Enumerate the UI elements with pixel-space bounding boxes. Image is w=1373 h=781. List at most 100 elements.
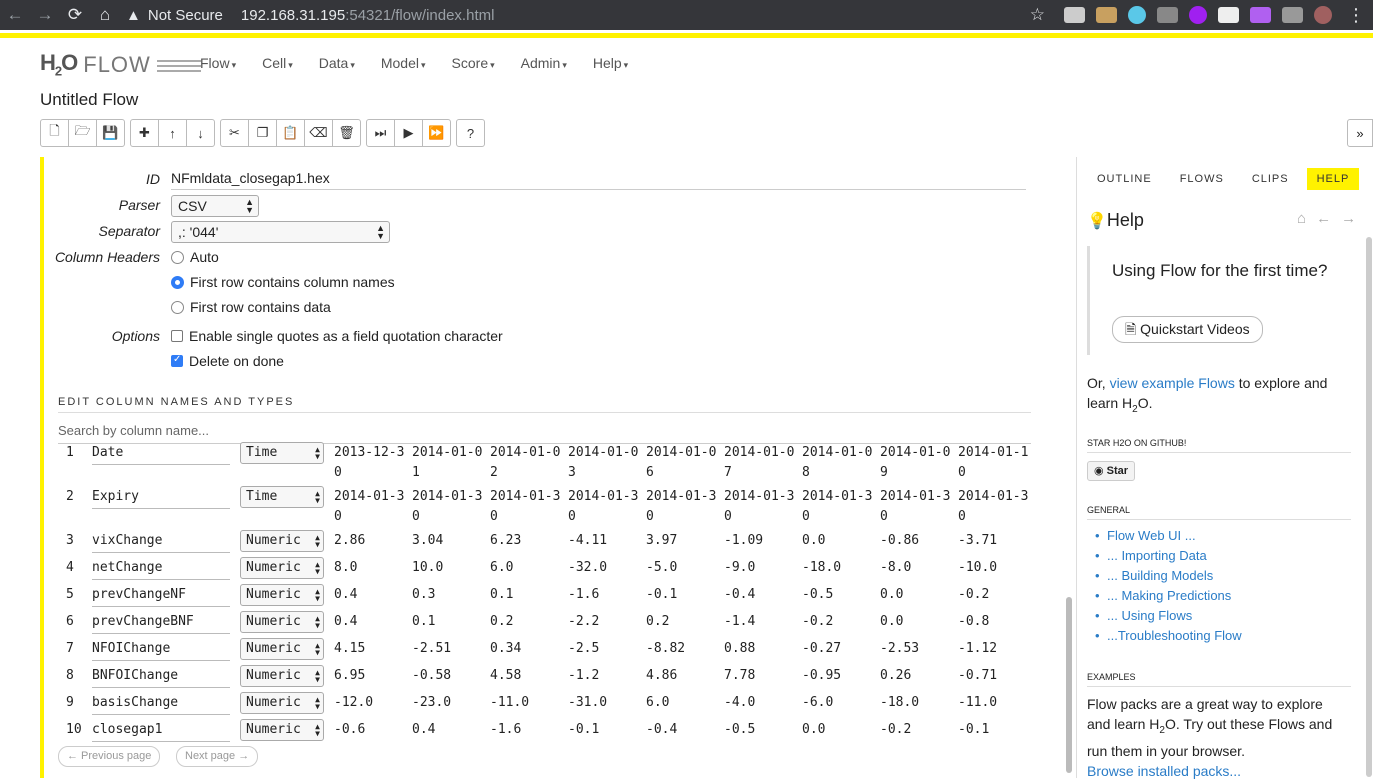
previous-page-button[interactable]: ← Previous page bbox=[58, 746, 161, 767]
column-type-select[interactable]: Numeric ▲ ▼ bbox=[240, 557, 324, 579]
column-sample-value: 4.86 bbox=[646, 668, 678, 683]
fast-forward-icon[interactable]: ⏩ bbox=[422, 119, 451, 147]
react-icon[interactable] bbox=[1128, 6, 1146, 24]
extension-icon[interactable] bbox=[1064, 7, 1085, 23]
column-type-select[interactable]: Numeric ▲ ▼ bbox=[240, 692, 324, 714]
column-type-select[interactable]: Numeric ▲ ▼ bbox=[240, 638, 324, 660]
menu-help[interactable]: Help ▾ bbox=[593, 55, 628, 71]
menu-score[interactable]: Score ▾ bbox=[452, 55, 495, 71]
profile-avatar[interactable] bbox=[1314, 6, 1332, 24]
cut-icon[interactable]: ✂ bbox=[220, 119, 249, 147]
column-name-input[interactable]: prevChangeBNF bbox=[92, 614, 230, 634]
tab-help[interactable]: HELP bbox=[1306, 168, 1360, 190]
tab-outline[interactable]: OUTLINE bbox=[1087, 168, 1162, 190]
back-icon[interactable]: ← bbox=[0, 5, 30, 25]
extension-icon[interactable] bbox=[1218, 7, 1239, 23]
column-name-input[interactable]: Date bbox=[92, 445, 230, 465]
column-type-select[interactable]: Time ▲ ▼ bbox=[240, 486, 324, 508]
menu-flow[interactable]: Flow ▾ bbox=[200, 55, 236, 71]
link-using-flows[interactable]: ... Using Flows bbox=[1095, 606, 1242, 626]
parser-select[interactable]: CSV ▲ ▼ bbox=[171, 195, 259, 217]
column-type-select[interactable]: Numeric ▲ ▼ bbox=[240, 611, 324, 633]
column-sample-value: 2.86 bbox=[334, 533, 366, 548]
menu-cell[interactable]: Cell ▾ bbox=[262, 55, 293, 71]
browser-menu-icon[interactable]: ⋮ bbox=[1347, 5, 1365, 26]
forward-icon[interactable]: → bbox=[30, 5, 60, 25]
home-icon[interactable]: ⌂ bbox=[90, 5, 120, 25]
option-single-quotes[interactable]: Enable single quotes as a field quotatio… bbox=[171, 328, 503, 344]
help-circle-icon[interactable]: ? bbox=[456, 119, 485, 147]
option-delete-on-done[interactable]: Delete on done bbox=[171, 353, 284, 369]
flow-title[interactable]: Untitled Flow bbox=[40, 90, 138, 110]
help-home-icon[interactable]: ⌂ bbox=[1297, 210, 1306, 227]
radio-auto[interactable]: Auto bbox=[171, 249, 219, 265]
tab-flows[interactable]: FLOWS bbox=[1170, 168, 1234, 190]
browse-packs-link[interactable]: Browse installed packs... bbox=[1087, 763, 1241, 779]
separator-select[interactable]: ,: '044' ▲ ▼ bbox=[171, 221, 390, 243]
reload-icon[interactable]: ⟳ bbox=[60, 5, 90, 25]
radio-button[interactable] bbox=[171, 251, 184, 264]
checkbox[interactable] bbox=[171, 330, 183, 342]
column-sample-value: -0.5 bbox=[802, 587, 834, 602]
help-forward-icon[interactable]: → bbox=[1341, 210, 1356, 227]
radio-first-row-names[interactable]: First row contains column names bbox=[171, 274, 395, 290]
extension-icon[interactable] bbox=[1189, 6, 1207, 24]
save-icon[interactable]: 💾 bbox=[96, 119, 125, 147]
link-troubleshooting[interactable]: ...Troubleshooting Flow bbox=[1095, 626, 1242, 646]
link-flow-web-ui[interactable]: Flow Web UI ... bbox=[1095, 526, 1242, 546]
move-down-icon[interactable]: ↓ bbox=[186, 119, 215, 147]
extension-icon[interactable] bbox=[1282, 7, 1303, 23]
sidebar-toggle-icon[interactable]: » bbox=[1347, 119, 1373, 147]
checkbox-checked[interactable] bbox=[171, 354, 183, 367]
next-page-button[interactable]: Next page → bbox=[176, 746, 259, 767]
menu-admin[interactable]: Admin ▾ bbox=[521, 55, 567, 71]
column-name-input[interactable]: prevChangeNF bbox=[92, 587, 230, 607]
column-name-input[interactable]: basisChange bbox=[92, 695, 230, 715]
column-name-input[interactable]: vixChange bbox=[92, 533, 230, 553]
open-folder-icon[interactable]: 🗁 bbox=[68, 119, 97, 147]
column-type-select[interactable]: Numeric ▲ ▼ bbox=[240, 719, 324, 741]
id-input[interactable]: NFmldata_closegap1.hex bbox=[171, 170, 1026, 190]
address-bar[interactable]: ▲ Not Secure 192.168.31.195:54321/flow/i… bbox=[126, 0, 494, 30]
move-up-icon[interactable]: ↑ bbox=[158, 119, 187, 147]
extension-icon[interactable] bbox=[1096, 7, 1117, 23]
quickstart-videos-button[interactable]: 🗎 Quickstart Videos bbox=[1112, 316, 1263, 343]
eraser-icon[interactable]: ⌫ bbox=[304, 119, 333, 147]
column-name-input[interactable]: NFOIChange bbox=[92, 641, 230, 661]
column-name-input[interactable]: BNFOIChange bbox=[92, 668, 230, 688]
column-type-select[interactable]: Time ▲ ▼ bbox=[240, 442, 324, 464]
radio-button-selected[interactable] bbox=[171, 276, 184, 289]
column-type-select[interactable]: Numeric ▲ ▼ bbox=[240, 584, 324, 606]
column-type-select[interactable]: Numeric ▲ ▼ bbox=[240, 530, 324, 552]
column-sample-value: 2014-01-07 bbox=[724, 445, 795, 480]
link-making-predictions[interactable]: ... Making Predictions bbox=[1095, 586, 1242, 606]
link-importing-data[interactable]: ... Importing Data bbox=[1095, 546, 1242, 566]
menu-data[interactable]: Data ▾ bbox=[319, 55, 355, 71]
column-type-select[interactable]: Numeric ▲ ▼ bbox=[240, 665, 324, 687]
column-name-input[interactable]: Expiry bbox=[92, 489, 230, 509]
column-name-input[interactable]: closegap1 bbox=[92, 722, 230, 742]
menu-model[interactable]: Model ▾ bbox=[381, 55, 426, 71]
column-sample-value: 2014-01-30 bbox=[802, 489, 873, 524]
insert-cell-icon[interactable]: ✚ bbox=[130, 119, 159, 147]
column-search-input[interactable]: Search by column name... bbox=[58, 423, 1031, 444]
new-file-icon[interactable]: 🗋 bbox=[40, 119, 69, 147]
paste-icon[interactable]: 📋 bbox=[276, 119, 305, 147]
extension-icon[interactable] bbox=[1157, 7, 1178, 23]
extension-icon[interactable] bbox=[1250, 7, 1271, 23]
link-building-models[interactable]: ... Building Models bbox=[1095, 566, 1242, 586]
step-forward-icon[interactable]: ⏭ bbox=[366, 119, 395, 147]
github-star-button[interactable]: ◉ Star bbox=[1087, 461, 1136, 481]
sidebar-scrollbar[interactable] bbox=[1364, 157, 1373, 778]
play-icon[interactable]: ▶ bbox=[394, 119, 423, 147]
radio-first-row-data[interactable]: First row contains data bbox=[171, 299, 331, 315]
bookmark-star-icon[interactable]: ☆ bbox=[1030, 5, 1045, 25]
main-scrollbar[interactable] bbox=[1064, 157, 1074, 778]
column-name-input[interactable]: netChange bbox=[92, 560, 230, 580]
copy-icon[interactable]: ❐ bbox=[248, 119, 277, 147]
tab-clips[interactable]: CLIPS bbox=[1242, 168, 1299, 190]
help-back-icon[interactable]: ← bbox=[1316, 210, 1331, 227]
view-example-flows-link[interactable]: view example Flows bbox=[1110, 375, 1235, 391]
trash-icon[interactable]: 🗑 bbox=[332, 119, 361, 147]
radio-button[interactable] bbox=[171, 301, 184, 314]
